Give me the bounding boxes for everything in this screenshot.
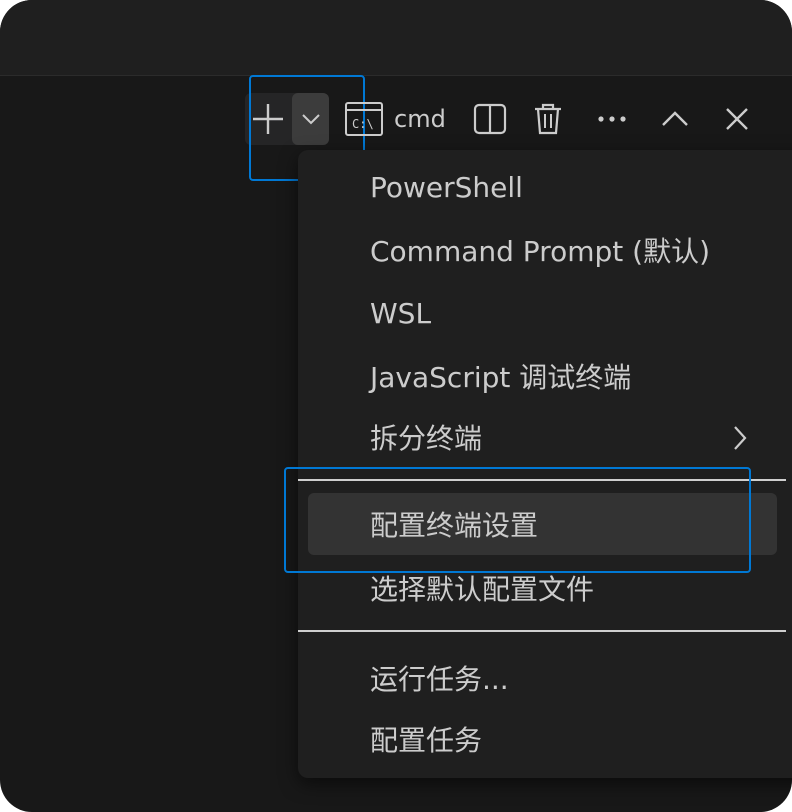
menu-separator bbox=[298, 479, 786, 481]
launch-profile-button[interactable] bbox=[292, 93, 329, 145]
launch-profile-menu: PowerShell Command Prompt (默认) WSL JavaS… bbox=[298, 150, 792, 778]
menu-item-javascript-debug-terminal[interactable]: JavaScript 调试终端 bbox=[308, 345, 777, 407]
menu-item-powershell[interactable]: PowerShell bbox=[308, 156, 777, 218]
trash-icon bbox=[535, 103, 561, 135]
menu-separator bbox=[298, 630, 786, 632]
menu-item-label: PowerShell bbox=[370, 170, 523, 204]
terminal-tab-label: cmd bbox=[394, 105, 446, 133]
menu-item-label: 配置终端设置 bbox=[370, 509, 539, 542]
svg-text:C:\: C:\ bbox=[352, 117, 374, 131]
chevron-up-icon bbox=[662, 111, 688, 126]
split-icon bbox=[473, 103, 507, 135]
kill-terminal-button[interactable] bbox=[528, 95, 568, 143]
menu-item-select-default-profile[interactable]: 选择默认配置文件 bbox=[308, 557, 777, 619]
menu-item-label: Command Prompt (默认) bbox=[370, 235, 711, 268]
terminal-icon: C:\ bbox=[345, 102, 383, 136]
menu-item-label: 运行任务... bbox=[370, 663, 509, 696]
split-terminal-button[interactable] bbox=[470, 95, 510, 143]
menu-item-wsl[interactable]: WSL bbox=[308, 282, 777, 344]
menu-item-configure-terminal-settings[interactable]: 配置终端设置 bbox=[308, 493, 777, 555]
menu-item-label: JavaScript 调试终端 bbox=[370, 361, 632, 394]
close-panel-button[interactable] bbox=[717, 95, 757, 143]
more-icon bbox=[598, 116, 626, 122]
menu-item-configure-tasks[interactable]: 配置任务 bbox=[308, 708, 777, 770]
menu-item-split-terminal[interactable]: 拆分终端 bbox=[308, 406, 777, 468]
menu-item-label: 配置任务 bbox=[370, 724, 483, 757]
chevron-right-icon bbox=[734, 426, 747, 450]
menu-item-label: WSL bbox=[370, 296, 432, 330]
panel-header-strip bbox=[0, 0, 792, 76]
menu-item-label: 拆分终端 bbox=[370, 422, 483, 455]
more-actions-button[interactable] bbox=[592, 95, 632, 143]
terminal-toolbar: C:\ cmd bbox=[0, 75, 792, 181]
plus-icon bbox=[253, 104, 283, 134]
menu-item-label: 选择默认配置文件 bbox=[370, 573, 595, 606]
terminal-window: C:\ cmd PowerShell Command Prompt (默认) W… bbox=[0, 0, 792, 812]
menu-item-run-task[interactable]: 运行任务... bbox=[308, 647, 777, 709]
menu-item-command-prompt[interactable]: Command Prompt (默认) bbox=[308, 219, 777, 281]
close-icon bbox=[726, 108, 748, 130]
chevron-down-icon bbox=[301, 114, 320, 125]
new-terminal-button[interactable] bbox=[245, 93, 291, 145]
terminal-tab-cmd[interactable]: C:\ cmd bbox=[344, 95, 450, 143]
maximize-panel-button[interactable] bbox=[655, 95, 695, 143]
